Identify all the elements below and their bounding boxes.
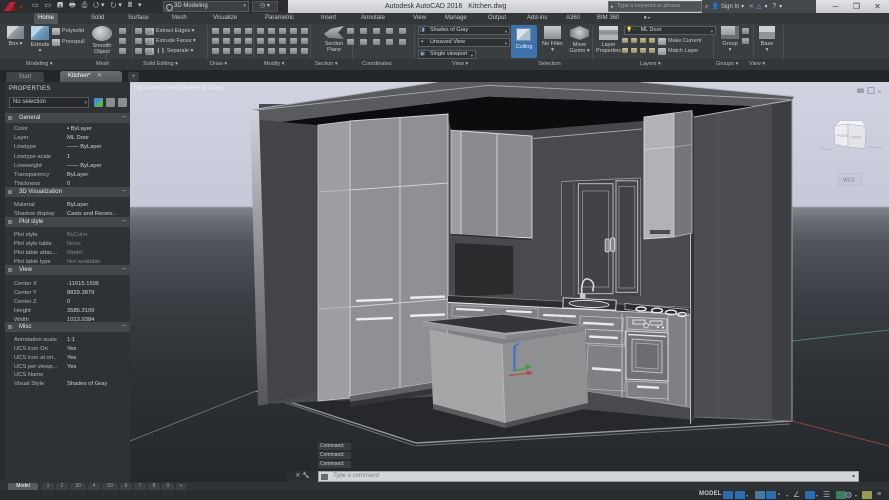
svg-text:WCS: WCS [843,178,855,184]
svg-text:[-][Custom View][Shades of Gra: [-][Custom View][Shades of Gray] [134,86,223,92]
svg-text:✕: ✕ [877,90,882,96]
svg-text:FRONT: FRONT [837,134,848,138]
svg-text:RIGHT: RIGHT [852,136,862,140]
